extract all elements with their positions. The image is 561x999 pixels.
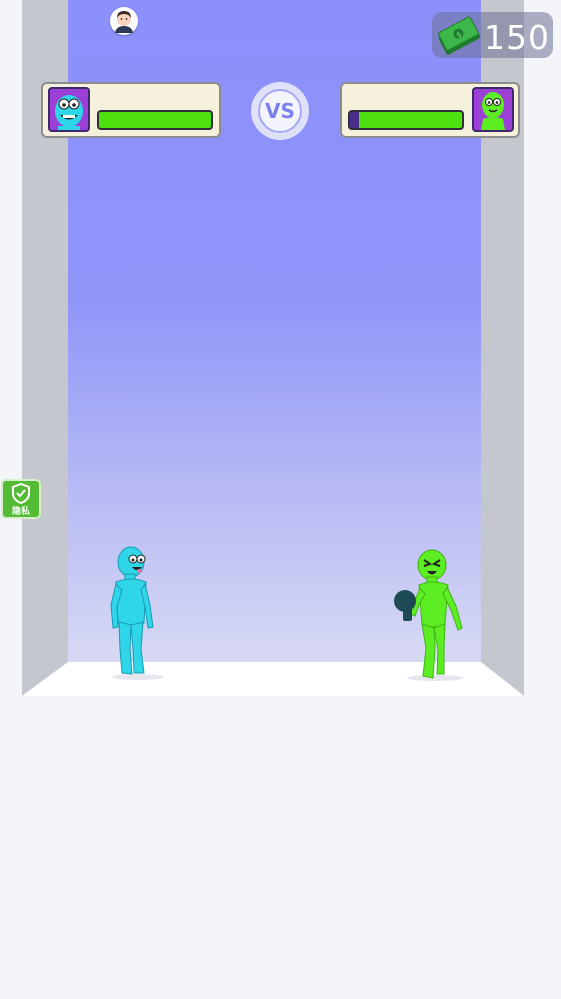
blue-monster-icon <box>55 95 83 130</box>
enemy-health-card <box>340 82 520 138</box>
enemy-fighter <box>394 549 463 681</box>
privacy-label: 隐私 <box>11 507 30 517</box>
shield-icon <box>12 483 30 504</box>
avatar-icon <box>115 11 133 33</box>
vs-label: VS <box>265 99 295 123</box>
money-counter[interactable]: $ 150 <box>432 12 553 58</box>
green-monster-icon <box>481 92 505 130</box>
player-health-fill <box>99 112 211 128</box>
enemy-health-fill <box>358 112 462 128</box>
enemy-health-bar <box>348 110 464 130</box>
player-health-card <box>41 82 221 138</box>
privacy-button[interactable]: 隐私 <box>1 479 41 519</box>
player-health-bar <box>97 110 213 130</box>
cash-icon: $ <box>438 16 481 55</box>
money-amount: 150 <box>484 18 550 57</box>
vs-badge: VS <box>251 82 309 140</box>
player-fighter <box>110 546 164 680</box>
profile-avatar[interactable] <box>110 7 138 35</box>
enemy-portrait <box>472 87 514 132</box>
player-portrait <box>48 87 90 132</box>
